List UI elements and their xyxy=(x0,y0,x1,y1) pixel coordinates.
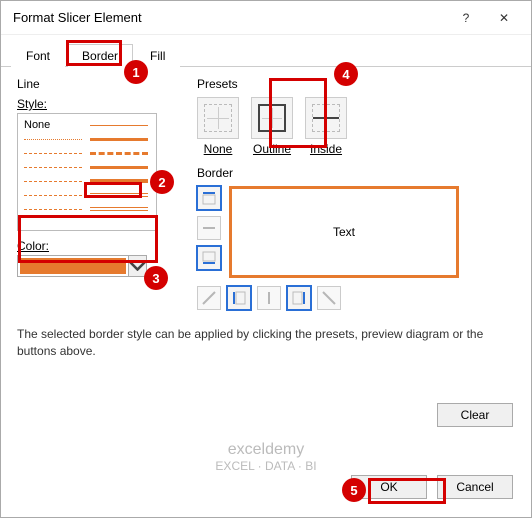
tab-strip: Font Border Fill xyxy=(1,35,531,67)
cancel-button[interactable]: Cancel xyxy=(437,475,513,499)
border-section-label: Border xyxy=(197,166,515,180)
color-swatch xyxy=(20,258,126,274)
preset-outline[interactable]: Outline xyxy=(251,97,293,156)
border-left-button[interactable] xyxy=(227,286,251,310)
line-style-item[interactable] xyxy=(24,146,82,160)
line-section-label: Line xyxy=(17,77,177,91)
titlebar: Format Slicer Element ? ✕ xyxy=(1,1,531,35)
line-section: Line Style: None xyxy=(17,77,177,310)
border-horizontal-button[interactable] xyxy=(197,216,221,240)
border-right-button[interactable] xyxy=(287,286,311,310)
preset-none-label: None xyxy=(204,142,233,156)
line-style-item[interactable] xyxy=(90,160,148,174)
preset-inside[interactable]: Inside xyxy=(305,97,347,156)
line-style-item[interactable] xyxy=(24,160,82,174)
ok-button[interactable]: OK xyxy=(351,475,427,499)
close-button[interactable]: ✕ xyxy=(485,3,523,33)
border-diag-up-button[interactable] xyxy=(197,286,221,310)
info-text: The selected border style can be applied… xyxy=(17,326,515,360)
line-style-list[interactable]: None xyxy=(17,113,157,231)
preset-inside-label: Inside xyxy=(310,142,342,156)
line-style-item[interactable] xyxy=(24,188,82,202)
preset-inside-icon xyxy=(305,97,347,139)
preview-text: Text xyxy=(333,225,355,239)
line-style-none[interactable]: None xyxy=(24,118,82,132)
presets-section-label: Presets xyxy=(197,77,515,91)
line-style-item[interactable] xyxy=(90,202,148,216)
line-style-item[interactable] xyxy=(90,132,148,146)
tab-border[interactable]: Border xyxy=(67,44,133,67)
line-style-item[interactable] xyxy=(90,118,148,132)
dialog-body: Line Style: None xyxy=(1,67,531,517)
border-vertical-button[interactable] xyxy=(257,286,281,310)
chevron-down-icon xyxy=(128,256,146,276)
border-top-button[interactable] xyxy=(197,186,221,210)
presets-row: None Outline Inside xyxy=(197,97,515,156)
preset-outline-label: Outline xyxy=(253,142,291,156)
border-bottom-button[interactable] xyxy=(197,246,221,270)
line-style-item[interactable] xyxy=(90,174,148,188)
tab-fill[interactable]: Fill xyxy=(135,44,180,67)
line-style-item[interactable] xyxy=(24,132,82,146)
line-style-item[interactable] xyxy=(24,202,82,216)
format-slicer-dialog: Format Slicer Element ? ✕ Font Border Fi… xyxy=(0,0,532,518)
border-preview[interactable]: Text xyxy=(229,186,459,278)
preset-outline-icon xyxy=(251,97,293,139)
border-diag-down-button[interactable] xyxy=(317,286,341,310)
watermark: exceldemy EXCEL · DATA · BI xyxy=(215,441,316,473)
color-picker[interactable] xyxy=(17,255,147,277)
line-style-item[interactable] xyxy=(24,174,82,188)
line-style-item[interactable] xyxy=(90,146,148,160)
color-label: Color: xyxy=(17,239,177,253)
tab-font[interactable]: Font xyxy=(11,44,65,67)
line-style-item[interactable] xyxy=(90,188,148,202)
dialog-title: Format Slicer Element xyxy=(13,10,447,25)
clear-button[interactable]: Clear xyxy=(437,403,513,427)
help-button[interactable]: ? xyxy=(447,3,485,33)
preset-none-icon xyxy=(197,97,239,139)
preset-none[interactable]: None xyxy=(197,97,239,156)
style-label: Style: xyxy=(17,97,177,111)
